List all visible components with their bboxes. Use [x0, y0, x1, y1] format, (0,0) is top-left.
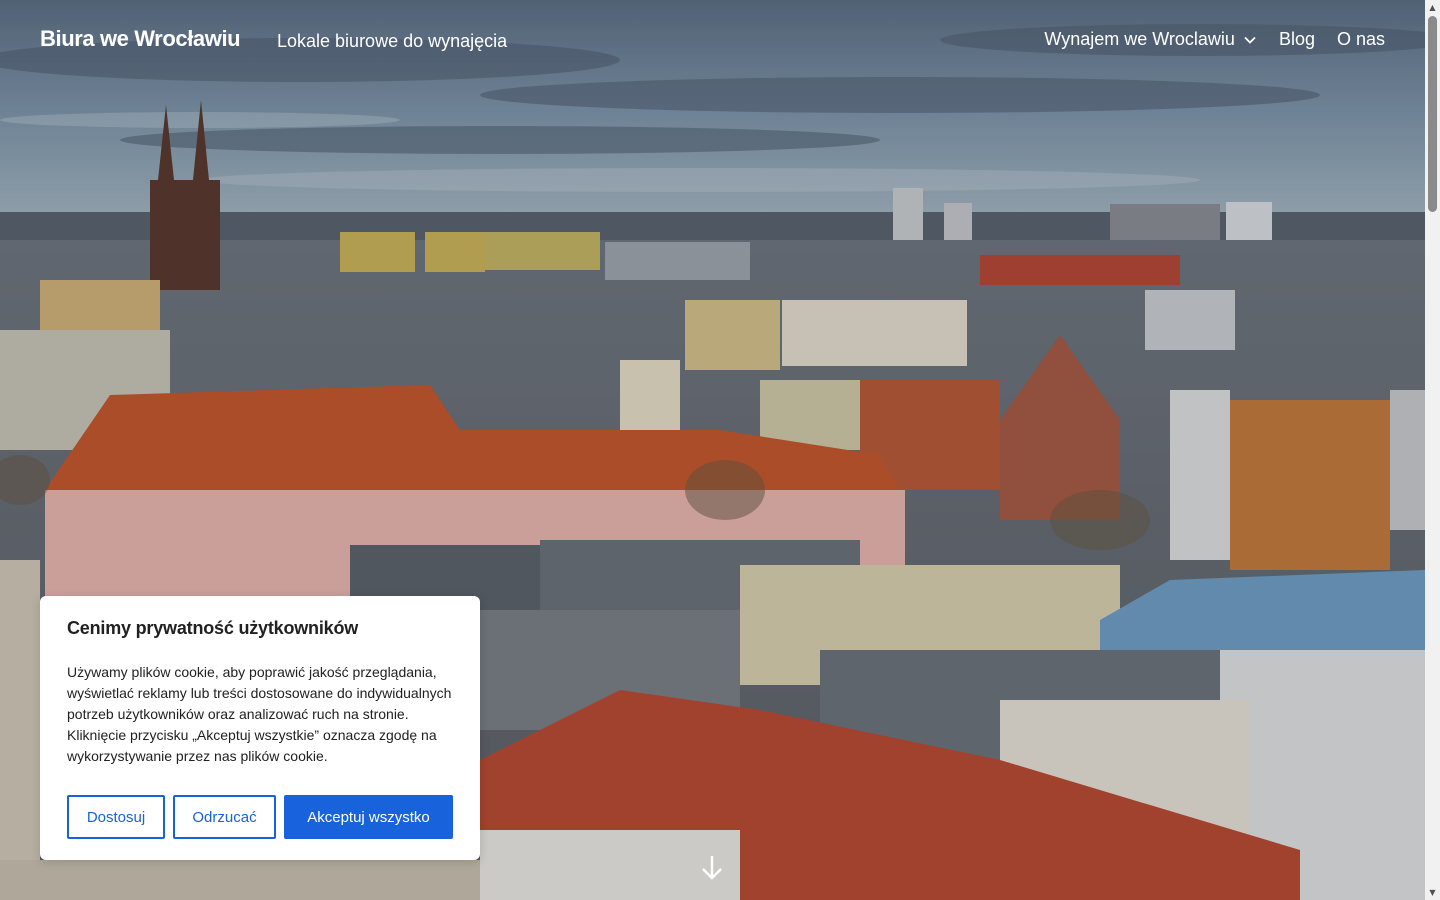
- cookie-banner-title: Cenimy prywatność użytkowników: [67, 618, 359, 638]
- reject-button[interactable]: Odrzucać: [173, 795, 276, 839]
- customize-button[interactable]: Dostosuj: [67, 795, 165, 839]
- scroll-down-button[interactable]: [700, 853, 724, 883]
- site-title-link[interactable]: Biura we Wrocławiu: [40, 26, 241, 52]
- cookie-banner-text: Używamy plików cookie, aby poprawić jako…: [67, 664, 452, 764]
- nav-item-label: Wynajem we Wroclawiu: [1044, 29, 1235, 49]
- scrollbar-thumb[interactable]: [1428, 16, 1437, 212]
- arrow-down-icon: [702, 856, 722, 880]
- cookie-banner-actions: Dostosuj Odrzucać Akceptuj wszystko: [67, 795, 453, 839]
- scroll-up-arrow-icon[interactable]: ▲: [1425, 0, 1440, 15]
- nav-item-label: O nas: [1336, 29, 1385, 49]
- accept-all-button[interactable]: Akceptuj wszystko: [284, 795, 453, 839]
- chevron-down-icon[interactable]: [1243, 33, 1257, 47]
- page-scrollbar[interactable]: ▲ ▼: [1425, 0, 1440, 900]
- scroll-down-arrow-icon[interactable]: ▼: [1425, 885, 1440, 900]
- cookie-consent-banner: Cenimy prywatność użytkowników Używamy p…: [40, 596, 480, 860]
- site-header: Biura we Wrocławiu Lokale biurowe do wyn…: [0, 0, 1425, 80]
- site-tagline: Lokale biurowe do wynajęcia: [277, 31, 508, 51]
- primary-nav: Wynajem we Wroclawiu Blog O nas: [1022, 29, 1385, 50]
- nav-item-label: Blog: [1278, 29, 1315, 49]
- nav-item-wynajem[interactable]: Wynajem we Wroclawiu: [1044, 29, 1257, 50]
- nav-item-o-nas[interactable]: O nas: [1337, 29, 1385, 50]
- nav-item-blog[interactable]: Blog: [1279, 29, 1315, 50]
